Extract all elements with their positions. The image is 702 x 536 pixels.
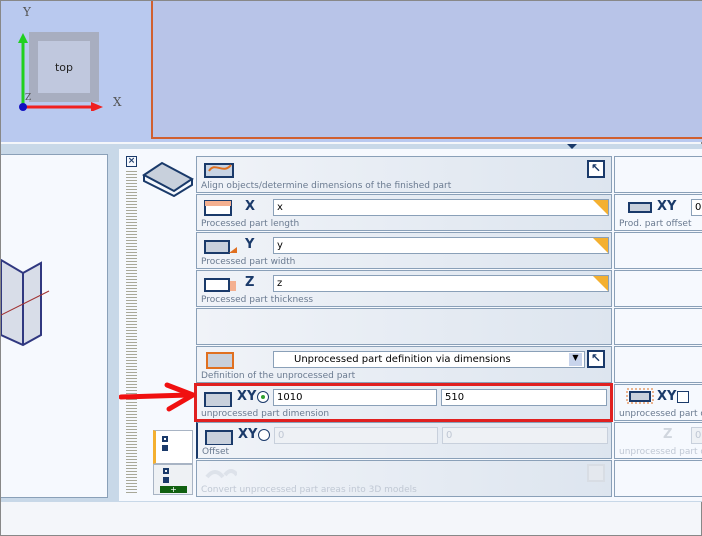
part-preview [1, 258, 50, 347]
offset-radio[interactable] [258, 429, 270, 441]
highlight-box [194, 383, 613, 422]
axis-x-label: X [245, 199, 256, 214]
convert-label: Convert unprocessed part areas into 3D m… [201, 485, 417, 495]
definition-jump-button[interactable]: ↖ [587, 350, 605, 368]
axis-z-label: Z [25, 93, 32, 103]
thickness-input[interactable]: z [273, 275, 609, 292]
length-input[interactable]: x [273, 199, 609, 216]
align-objects-row: ↖ Align objects/determine dimensions of … [196, 156, 612, 193]
resize-grip[interactable] [126, 171, 137, 493]
unproc-offset-icon [626, 388, 654, 404]
finished-part-align-icon [204, 163, 234, 178]
empty-row [196, 308, 612, 345]
right-cell [614, 232, 702, 269]
axis-x-label: X [113, 95, 122, 109]
plus-icon: + [160, 486, 187, 494]
offset-y-input[interactable]: 0 [442, 427, 608, 444]
offset-row: XY 0 0 Offset [196, 422, 612, 459]
length-icon [204, 200, 232, 216]
unproc-z-cell: Z 0 unprocessed part o [614, 422, 702, 459]
unprocessed-definition-row: Unprocessed part definition via dimensio… [196, 346, 612, 383]
axis-z-label: Z [663, 427, 673, 442]
axis-xy-label: XY [657, 389, 677, 404]
unproc-z-label: unprocessed part o [619, 447, 702, 457]
thickness-row: Z z Processed part thickness [196, 270, 612, 307]
prod-offset-label: Prod. part offset [619, 219, 692, 229]
thickness-icon [204, 278, 236, 292]
tab-unprocessed-part[interactable] [153, 430, 193, 464]
length-row: X x Processed part length [196, 194, 612, 231]
axis-y-label: Y [23, 5, 31, 19]
close-icon[interactable]: × [126, 156, 137, 167]
prod-offset-cell: XY 0 Prod. part offset [614, 194, 702, 231]
unproc-z-input[interactable]: 0 [691, 427, 702, 444]
part-icon [142, 161, 194, 197]
align-objects-label: Align objects/determine dimensions of th… [201, 181, 452, 191]
part-outline [151, 1, 702, 139]
align-objects-button[interactable]: ↖ [587, 160, 605, 178]
width-row: Y y Processed part width [196, 232, 612, 269]
right-cell [614, 460, 702, 497]
offset-icon [205, 430, 233, 445]
tab-icon [163, 468, 169, 474]
width-icon [204, 240, 237, 254]
tab-icon [162, 445, 168, 451]
tab-add[interactable]: + [153, 464, 193, 495]
convert-row: Convert unprocessed part areas into 3D m… [196, 460, 612, 497]
axis-xy-label: XY [238, 427, 258, 442]
chevron-down-icon[interactable]: ▼ [569, 353, 582, 366]
width-label: Processed part width [201, 257, 296, 267]
definition-dropdown-value: Unprocessed part definition via dimensio… [294, 354, 511, 365]
convert-3d-icon [205, 469, 237, 479]
definition-label: Definition of the unprocessed part [201, 371, 356, 381]
right-cell [614, 346, 702, 383]
right-cell [614, 270, 702, 307]
unprocessed-part-icon [206, 352, 234, 369]
prod-offset-input[interactable]: 0 [691, 199, 702, 216]
unproc-offset-checkbox[interactable] [677, 391, 689, 403]
offset-x-input[interactable]: 0 [274, 427, 438, 444]
tab-icon [163, 477, 169, 483]
length-label: Processed part length [201, 219, 300, 229]
offset-label: Offset [202, 447, 230, 457]
right-cell [614, 308, 702, 345]
axis-y-label: Y [245, 237, 255, 252]
unproc-offset-cell: XY unprocessed part o [614, 384, 702, 421]
tab-icon [162, 436, 168, 442]
right-cell [614, 156, 702, 193]
axis-xy-label: XY [657, 199, 677, 214]
thickness-label: Processed part thickness [201, 295, 314, 305]
preview-panel [1, 154, 108, 498]
axis-z-label: Z [245, 275, 255, 290]
prod-offset-icon [628, 202, 652, 213]
width-input[interactable]: y [273, 237, 609, 254]
convert-button[interactable] [587, 464, 605, 482]
annotation-arrow [119, 382, 196, 412]
definition-dropdown[interactable]: Unprocessed part definition via dimensio… [273, 351, 585, 368]
unproc-offset-label: unprocessed part o [619, 409, 702, 419]
